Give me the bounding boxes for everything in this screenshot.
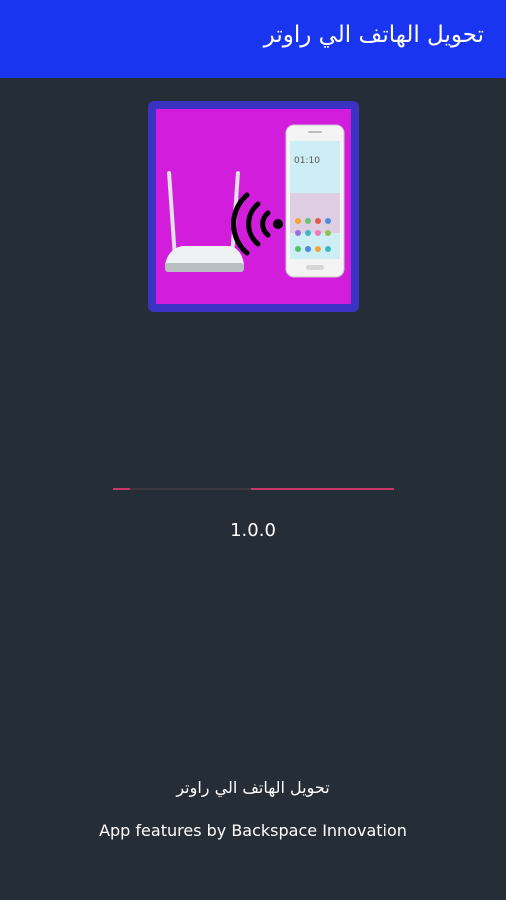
phone-dock-1 [295, 246, 301, 252]
phone-app-dot-2 [305, 218, 311, 224]
phone-speaker [308, 131, 322, 133]
phone-app-dot-1 [295, 218, 301, 224]
phone-app-dot-3 [315, 218, 321, 224]
wifi-dot-icon [273, 219, 283, 229]
phone-app-dot-4 [325, 218, 331, 224]
router-body [165, 246, 244, 265]
wifi-wave-1 [260, 210, 271, 238]
phone-dock-2 [305, 246, 311, 252]
footer-credit: App features by Backspace Innovation [99, 821, 407, 840]
progress-segment-2 [250, 488, 394, 490]
app-title: تحويل الهاتف الي راوتر [263, 22, 484, 48]
phone-clock: 01:10 [294, 156, 320, 166]
loading-progress-bar [113, 488, 394, 490]
app-icon: 01:10 [148, 101, 359, 312]
phone-app-dot-7 [315, 230, 321, 236]
phone-dock-3 [315, 246, 321, 252]
router-phone-hotspot-icon: 01:10 [165, 124, 345, 278]
footer-app-name: تحويل الهاتف الي راوتر [176, 778, 330, 797]
phone-app-dot-6 [305, 230, 311, 236]
router-antenna-left [167, 171, 177, 259]
version-label: 1.0.0 [230, 520, 276, 541]
router-base [165, 263, 244, 272]
wifi-wave-2 [246, 201, 261, 247]
phone-dock-4 [325, 246, 331, 252]
phone-wallpaper [290, 193, 340, 233]
phone-home-button [306, 265, 324, 270]
phone-app-dot-5 [295, 230, 301, 236]
phone-app-dot-8 [325, 230, 331, 236]
app-bar: تحويل الهاتف الي راوتر [0, 0, 506, 78]
progress-segment-1 [113, 488, 130, 490]
